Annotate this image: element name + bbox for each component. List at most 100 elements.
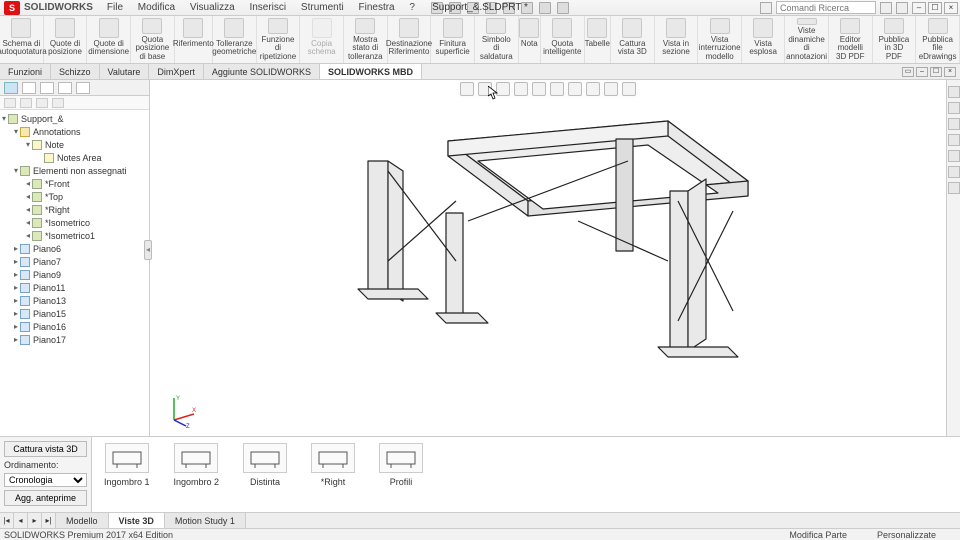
sort-select[interactable]: Cronologia [4, 473, 87, 487]
rebuild-icon[interactable] [539, 2, 551, 14]
ribbon-cmd-17[interactable]: Vista interruzione modello [698, 16, 742, 63]
ribbon-cmd-21[interactable]: Pubblica in 3D PDF [873, 16, 917, 63]
ribbon-cmd-19[interactable]: Viste dinamiche di annotazioni [785, 16, 829, 63]
tab-nav-next[interactable]: ▸ [28, 513, 42, 528]
fm-tab-config-icon[interactable] [40, 82, 54, 94]
view-tab-motion-study-1[interactable]: Motion Study 1 [165, 513, 246, 528]
view-thumb-4[interactable]: Profili [379, 443, 423, 487]
menu-edit[interactable]: Modifica [138, 2, 175, 13]
view-thumb-3[interactable]: *Right [311, 443, 355, 487]
ribbon-tab-valutare[interactable]: Valutare [100, 64, 150, 79]
ribbon-tab-solidworks-mbd[interactable]: SOLIDWORKS MBD [320, 64, 422, 79]
library-icon[interactable] [948, 118, 960, 130]
ribbon-cmd-11[interactable]: Simbolo di saldatura [475, 16, 519, 63]
tree-plane-3[interactable]: ▸Piano11 [0, 281, 149, 294]
mdi-restore-icon[interactable]: ☐ [930, 67, 942, 77]
ribbon-cmd-9[interactable]: Destinazione Riferimento [388, 16, 432, 63]
ribbon-cmd-13[interactable]: Quota intelligente [541, 16, 585, 63]
ribbon-cmd-18[interactable]: Vista esplosa [742, 16, 785, 63]
tree-root[interactable]: ▾Support_& [0, 112, 149, 125]
view-tab-modello[interactable]: Modello [56, 513, 109, 528]
tab-nav-prev[interactable]: ◂ [14, 513, 28, 528]
ribbon-cmd-1[interactable]: Quote di posizione [44, 16, 88, 63]
graphics-viewport[interactable]: Y X Z [150, 80, 946, 436]
ribbon-cmd-10[interactable]: Finitura superficie [431, 16, 475, 63]
pane-splitter[interactable]: ◂ [144, 240, 152, 260]
prev-view-icon[interactable] [496, 82, 510, 96]
explorer-icon[interactable] [948, 134, 960, 146]
view-tab-viste-3d[interactable]: Viste 3D [109, 513, 165, 528]
properties-icon[interactable] [948, 182, 960, 194]
tree-orient-4[interactable]: ◂*Isometrico1 [0, 229, 149, 242]
tree-plane-7[interactable]: ▸Piano17 [0, 333, 149, 346]
feature-tree[interactable]: ▾Support_&▾Annotations▾NoteNotes Area▾El… [0, 110, 149, 436]
tab-nav-last[interactable]: ▸| [42, 513, 56, 528]
tree-unassigned[interactable]: ▾Elementi non assegnati [0, 164, 149, 177]
tab-nav-first[interactable]: |◂ [0, 513, 14, 528]
ribbon-cmd-3[interactable]: Quota posizione di base [131, 16, 175, 63]
display-style-icon[interactable] [550, 82, 564, 96]
ribbon-tab-schizzo[interactable]: Schizzo [51, 64, 100, 79]
options-icon[interactable] [557, 2, 569, 14]
ribbon-cmd-8[interactable]: Mostra stato di tolleranza [344, 16, 388, 63]
view-orient-icon[interactable] [532, 82, 546, 96]
fm-tab-display-icon[interactable] [76, 82, 90, 94]
zoom-fit-icon[interactable] [460, 82, 474, 96]
hide-show-icon[interactable] [568, 82, 582, 96]
view-thumb-0[interactable]: Ingombro 1 [104, 443, 150, 487]
tree-plane-5[interactable]: ▸Piano15 [0, 307, 149, 320]
view-palette-icon[interactable] [948, 150, 960, 162]
fm-filter-icon[interactable] [4, 98, 16, 108]
scene-icon[interactable] [604, 82, 618, 96]
tree-orient-0[interactable]: ◂*Front [0, 177, 149, 190]
help-icon[interactable] [896, 2, 908, 14]
collapse-ribbon-icon[interactable]: ▭ [902, 67, 914, 77]
fm-arrow-icon[interactable] [36, 98, 48, 108]
menu-help[interactable]: ? [409, 2, 415, 13]
ribbon-cmd-12[interactable]: Nota [519, 16, 541, 63]
fm-settings-icon[interactable] [52, 98, 64, 108]
ribbon-cmd-16[interactable]: Vista in sezione [655, 16, 699, 63]
menu-insert[interactable]: Inserisci [249, 2, 286, 13]
menu-file[interactable]: File [107, 2, 123, 13]
maximize-button[interactable]: ☐ [928, 2, 942, 14]
ribbon-cmd-15[interactable]: Cattura vista 3D [611, 16, 655, 63]
orientation-triad[interactable]: Y X Z [168, 394, 200, 426]
tree-plane-2[interactable]: ▸Piano9 [0, 268, 149, 281]
minimize-button[interactable]: – [912, 2, 926, 14]
appearances-icon[interactable] [948, 166, 960, 178]
ribbon-cmd-5[interactable]: Tolleranze geometriche [213, 16, 257, 63]
capture-3d-view-button[interactable]: Cattura vista 3D [4, 441, 87, 457]
section-view-icon[interactable] [514, 82, 528, 96]
ribbon-tab-dimxpert[interactable]: DimXpert [149, 64, 204, 79]
tree-note[interactable]: ▾Note [0, 138, 149, 151]
view-thumb-2[interactable]: Distinta [243, 443, 287, 487]
ribbon-tab-funzioni[interactable]: Funzioni [0, 64, 51, 79]
fm-tab-property-icon[interactable] [22, 82, 36, 94]
update-previews-button[interactable]: Agg. anteprime [4, 490, 87, 506]
ribbon-cmd-22[interactable]: Pubblica file eDrawings [916, 16, 960, 63]
ribbon-cmd-20[interactable]: Editor modelli 3D PDF [829, 16, 873, 63]
fm-eye-icon[interactable] [20, 98, 32, 108]
home-icon[interactable] [948, 86, 960, 98]
tree-orient-3[interactable]: ◂*Isometrico [0, 216, 149, 229]
mdi-close-icon[interactable]: × [944, 67, 956, 77]
view-thumb-1[interactable]: Ingombro 2 [174, 443, 220, 487]
mdi-minimize-icon[interactable]: – [916, 67, 928, 77]
tree-annotations[interactable]: ▾Annotations [0, 125, 149, 138]
fm-tab-feature-icon[interactable] [4, 82, 18, 94]
search-go-icon[interactable] [880, 2, 892, 14]
tree-plane-1[interactable]: ▸Piano7 [0, 255, 149, 268]
ribbon-cmd-14[interactable]: Tabelle [585, 16, 611, 63]
tree-notes-area[interactable]: Notes Area [0, 151, 149, 164]
menu-tools[interactable]: Strumenti [301, 2, 344, 13]
ribbon-cmd-6[interactable]: Funzione di ripetizione [257, 16, 301, 63]
ribbon-tab-aggiunte-solidworks[interactable]: Aggiunte SOLIDWORKS [204, 64, 320, 79]
menu-window[interactable]: Finestra [359, 2, 395, 13]
tree-orient-2[interactable]: ◂*Right [0, 203, 149, 216]
status-custom[interactable]: Personalizzate [877, 530, 936, 540]
tree-orient-1[interactable]: ◂*Top [0, 190, 149, 203]
close-button[interactable]: × [944, 2, 958, 14]
ribbon-cmd-4[interactable]: Riferimento [175, 16, 213, 63]
fm-tab-dimxpert-icon[interactable] [58, 82, 72, 94]
